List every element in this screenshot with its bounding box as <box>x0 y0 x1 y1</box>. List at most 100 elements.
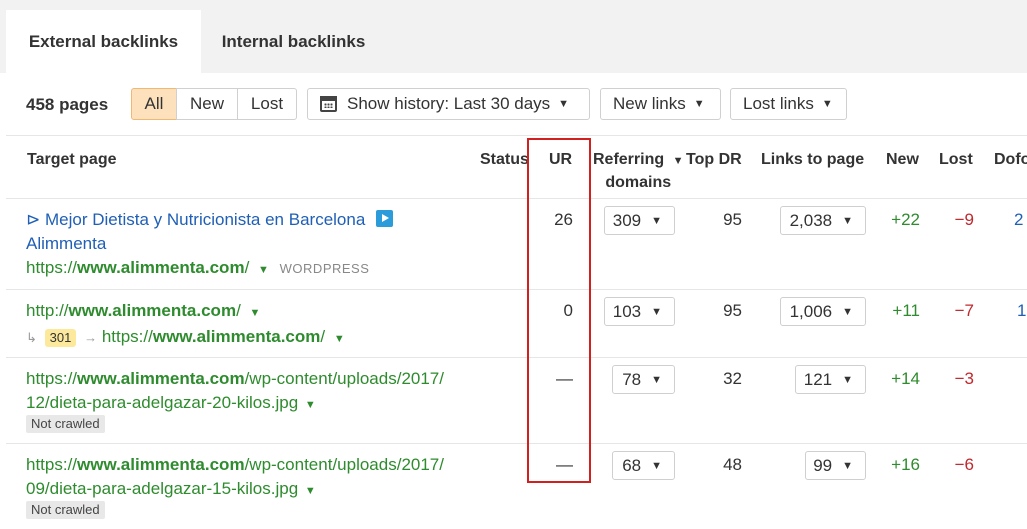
chevron-down-icon: ▼ <box>842 373 853 386</box>
referring-domains-value: 309 <box>612 210 642 230</box>
ur-value: 26 <box>554 210 573 229</box>
column-header-referring-domains[interactable]: Referring ▼ domains <box>593 149 683 193</box>
chevron-down-icon[interactable]: ▼ <box>305 485 316 497</box>
row-divider <box>6 289 1027 290</box>
column-header-links-to-page[interactable]: Links to page <box>761 149 864 170</box>
new-links-dropdown[interactable]: New links ▼ <box>600 88 721 120</box>
filter-all-button[interactable]: All <box>131 88 177 120</box>
referring-domains-value: 103 <box>612 301 642 321</box>
referring-domains-dropdown[interactable]: 309 ▼ <box>604 206 675 235</box>
chevron-down-icon: ▼ <box>558 98 570 110</box>
tabs-bar: External backlinks Internal backlinks <box>0 0 1027 73</box>
redirect-arrow-icon: ↳ <box>26 330 37 345</box>
top-dr-value: 48 <box>723 455 742 474</box>
lost-links-label: Lost links <box>743 94 814 113</box>
new-links-value: +16 <box>891 455 920 474</box>
target-url-link[interactable]: https://www.alimmenta.com/wp-content/upl… <box>26 453 444 477</box>
not-crawled-badge: Not crawled <box>26 501 105 519</box>
chevron-down-icon: ▼ <box>842 305 853 318</box>
chevron-down-icon: ▼ <box>651 459 662 472</box>
dofollow-value[interactable]: 1 <box>1017 299 1027 323</box>
links-to-page-value: 2,038 <box>789 210 833 230</box>
show-history-dropdown[interactable]: Show history: Last 30 days ▼ <box>307 88 590 120</box>
chevron-down-icon: ▼ <box>651 214 662 227</box>
links-to-page-value: 121 <box>803 369 833 389</box>
target-url-link-line2[interactable]: 12/dieta-para-adelgazar-20-kilos.jpg <box>26 393 298 412</box>
platform-tag: WORDPRESS <box>279 261 370 276</box>
referring-domains-dropdown[interactable]: 68 ▼ <box>612 451 675 480</box>
referring-domains-value: 68 <box>622 455 642 475</box>
chevron-down-icon[interactable]: ▼ <box>334 333 345 345</box>
column-header-lost[interactable]: Lost <box>939 149 973 170</box>
top-dr-value: 95 <box>723 210 742 229</box>
page-count: 458 pages <box>26 94 109 114</box>
table-row: https://www.alimmenta.com/wp-content/upl… <box>26 453 444 503</box>
ur-value: 0 <box>563 301 573 320</box>
target-url-link[interactable]: https://www.alimmenta.com/wp-content/upl… <box>26 367 444 391</box>
redirect-url-link[interactable]: https://www.alimmenta.com/ <box>102 327 325 346</box>
toolbar-divider <box>6 135 1027 136</box>
video-play-icon[interactable] <box>376 210 394 227</box>
column-header-new[interactable]: New <box>886 149 919 170</box>
ur-value: — <box>556 369 573 388</box>
new-links-value: +14 <box>891 369 920 388</box>
table-row: https://www.alimmenta.com/wp-content/upl… <box>26 367 444 417</box>
header-divider <box>6 198 1027 199</box>
ur-value: — <box>556 455 573 474</box>
chevron-down-icon: ▼ <box>842 459 853 472</box>
links-to-page-dropdown[interactable]: 1,006 ▼ <box>780 297 866 326</box>
tab-external-backlinks[interactable]: External backlinks <box>6 10 201 73</box>
filter-lost-button[interactable]: Lost <box>237 88 297 120</box>
target-url-link[interactable]: http://www.alimmenta.com/ <box>26 301 241 320</box>
lost-links-value: −6 <box>954 455 974 474</box>
chevron-down-icon: ▼ <box>693 98 705 110</box>
tab-internal-backlinks[interactable]: Internal backlinks <box>201 10 386 73</box>
target-url-link[interactable]: https://www.alimmenta.com/ <box>26 258 249 277</box>
row-divider <box>6 357 1027 358</box>
dofollow-value[interactable]: 2 <box>1014 208 1027 232</box>
links-to-page-dropdown[interactable]: 99 ▼ <box>805 451 866 480</box>
filter-new-button[interactable]: New <box>176 88 238 120</box>
chevron-down-icon[interactable]: ▼ <box>305 399 316 411</box>
column-header-target-page[interactable]: Target page <box>27 149 117 170</box>
links-to-page-value: 99 <box>813 455 833 475</box>
column-header-dofollow[interactable]: Dofo <box>994 149 1027 170</box>
referring-domains-header-line1: Referring <box>593 151 665 168</box>
chevron-down-icon[interactable]: ▼ <box>258 264 269 276</box>
chevron-down-icon[interactable]: ▼ <box>250 307 261 319</box>
page-title-link[interactable]: ⊳ Mejor Dietista y Nutricionista en Barc… <box>26 210 370 229</box>
lost-links-value: −7 <box>954 301 974 320</box>
links-to-page-dropdown[interactable]: 121 ▼ <box>795 365 866 394</box>
chevron-down-icon: ▼ <box>821 98 833 110</box>
lost-links-dropdown[interactable]: Lost links ▼ <box>730 88 847 120</box>
column-header-status[interactable]: Status <box>480 149 529 170</box>
not-crawled-badge: Not crawled <box>26 415 105 433</box>
chevron-down-icon: ▼ <box>651 305 662 318</box>
referring-domains-header-line2: domains <box>605 174 672 191</box>
show-history-label: Show history: Last 30 days <box>347 94 551 113</box>
column-header-top-dr[interactable]: Top DR <box>686 149 742 170</box>
new-links-value: +11 <box>892 301 920 320</box>
lost-links-value: −3 <box>954 369 974 388</box>
referring-domains-dropdown[interactable]: 78 ▼ <box>612 365 675 394</box>
page-title-link-line2[interactable]: Alimmenta <box>26 232 393 256</box>
top-dr-value: 32 <box>723 369 742 388</box>
referring-domains-value: 78 <box>622 369 642 389</box>
external-link-icon: ⊳ <box>26 210 41 229</box>
table-row: ⊳ Mejor Dietista y Nutricionista en Barc… <box>26 208 394 282</box>
row-divider <box>6 443 1027 444</box>
calendar-icon <box>320 96 337 112</box>
chevron-down-icon: ▼ <box>842 214 853 227</box>
table-row: http://www.alimmenta.com/ ▼ ↳ 301 → http… <box>26 299 345 351</box>
redirect-code-badge: 301 <box>44 329 77 347</box>
target-url-link-line2[interactable]: 09/dieta-para-adelgazar-15-kilos.jpg <box>26 479 298 498</box>
lost-links-value: −9 <box>954 210 974 229</box>
links-to-page-dropdown[interactable]: 2,038 ▼ <box>780 206 866 235</box>
column-header-ur[interactable]: UR <box>549 149 572 170</box>
new-links-label: New links <box>613 94 686 113</box>
referring-domains-dropdown[interactable]: 103 ▼ <box>604 297 675 326</box>
sort-down-icon: ▼ <box>672 155 684 167</box>
arrow-right-icon: → <box>84 330 98 345</box>
links-to-page-value: 1,006 <box>789 301 833 321</box>
new-links-value: +22 <box>891 210 920 229</box>
